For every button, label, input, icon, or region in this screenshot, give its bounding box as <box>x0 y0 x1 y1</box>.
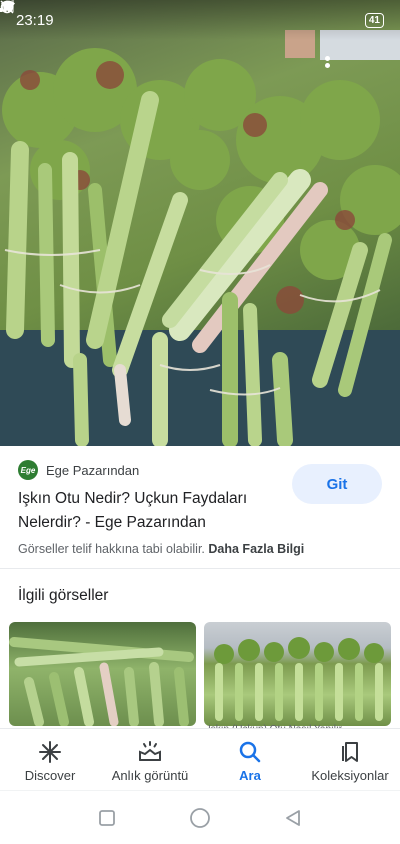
nav-search[interactable]: Ara <box>200 729 300 790</box>
bottom-navigation: Discover Anlık görüntü Ara Koleksiyonlar <box>0 728 400 790</box>
related-image-thumbnail[interactable] <box>9 622 196 726</box>
back-button[interactable] <box>273 798 313 838</box>
nav-label: Discover <box>24 768 76 783</box>
circle-icon <box>190 807 210 828</box>
copyright-notice: Görseller telif hakkına tabi olabilir. D… <box>18 542 304 556</box>
visit-button[interactable]: Git <box>292 464 382 504</box>
nav-snapshot[interactable]: Anlık görüntü <box>100 729 200 790</box>
more-info-link[interactable]: Daha Fazla Bilgi <box>208 542 304 556</box>
result-image[interactable]: 23:19 41 <box>0 0 400 446</box>
collections-icon <box>338 739 362 765</box>
nav-label: Anlık görüntü <box>111 768 189 783</box>
nav-label: Koleksiyonlar <box>311 768 389 783</box>
result-title[interactable]: Işkın Otu Nedir? Uçkun Faydaları Nelerdi… <box>18 487 288 535</box>
recent-apps-button[interactable] <box>87 798 127 838</box>
source-logo: Ege <box>18 460 38 480</box>
related-image-thumbnail[interactable] <box>204 622 391 726</box>
related-images-heading: İlgili görseller <box>18 587 109 604</box>
section-divider <box>0 568 400 569</box>
rhubarb-stalks-illustration <box>2 30 400 446</box>
triangle-back-icon <box>286 809 301 826</box>
snapshot-icon <box>137 739 163 765</box>
battery-indicator: 41 <box>364 12 384 28</box>
home-button[interactable] <box>180 798 220 838</box>
source-name: Ege Pazarından <box>46 462 140 478</box>
overflow-menu-icon[interactable] <box>322 54 332 74</box>
search-icon <box>238 739 262 765</box>
nav-discover[interactable]: Discover <box>0 729 100 790</box>
nav-collections[interactable]: Koleksiyonlar <box>300 729 400 790</box>
nav-label: Ara <box>239 768 261 783</box>
system-navigation-bar <box>0 790 400 844</box>
status-time: 23:19 <box>16 11 54 29</box>
status-bar: 23:19 41 <box>0 0 400 40</box>
source-row[interactable]: Ege Ege Pazarından <box>18 460 139 480</box>
square-icon <box>98 809 115 826</box>
copyright-text: Görseller telif hakkına tabi olabilir. <box>18 542 205 556</box>
asterisk-icon <box>38 739 62 765</box>
